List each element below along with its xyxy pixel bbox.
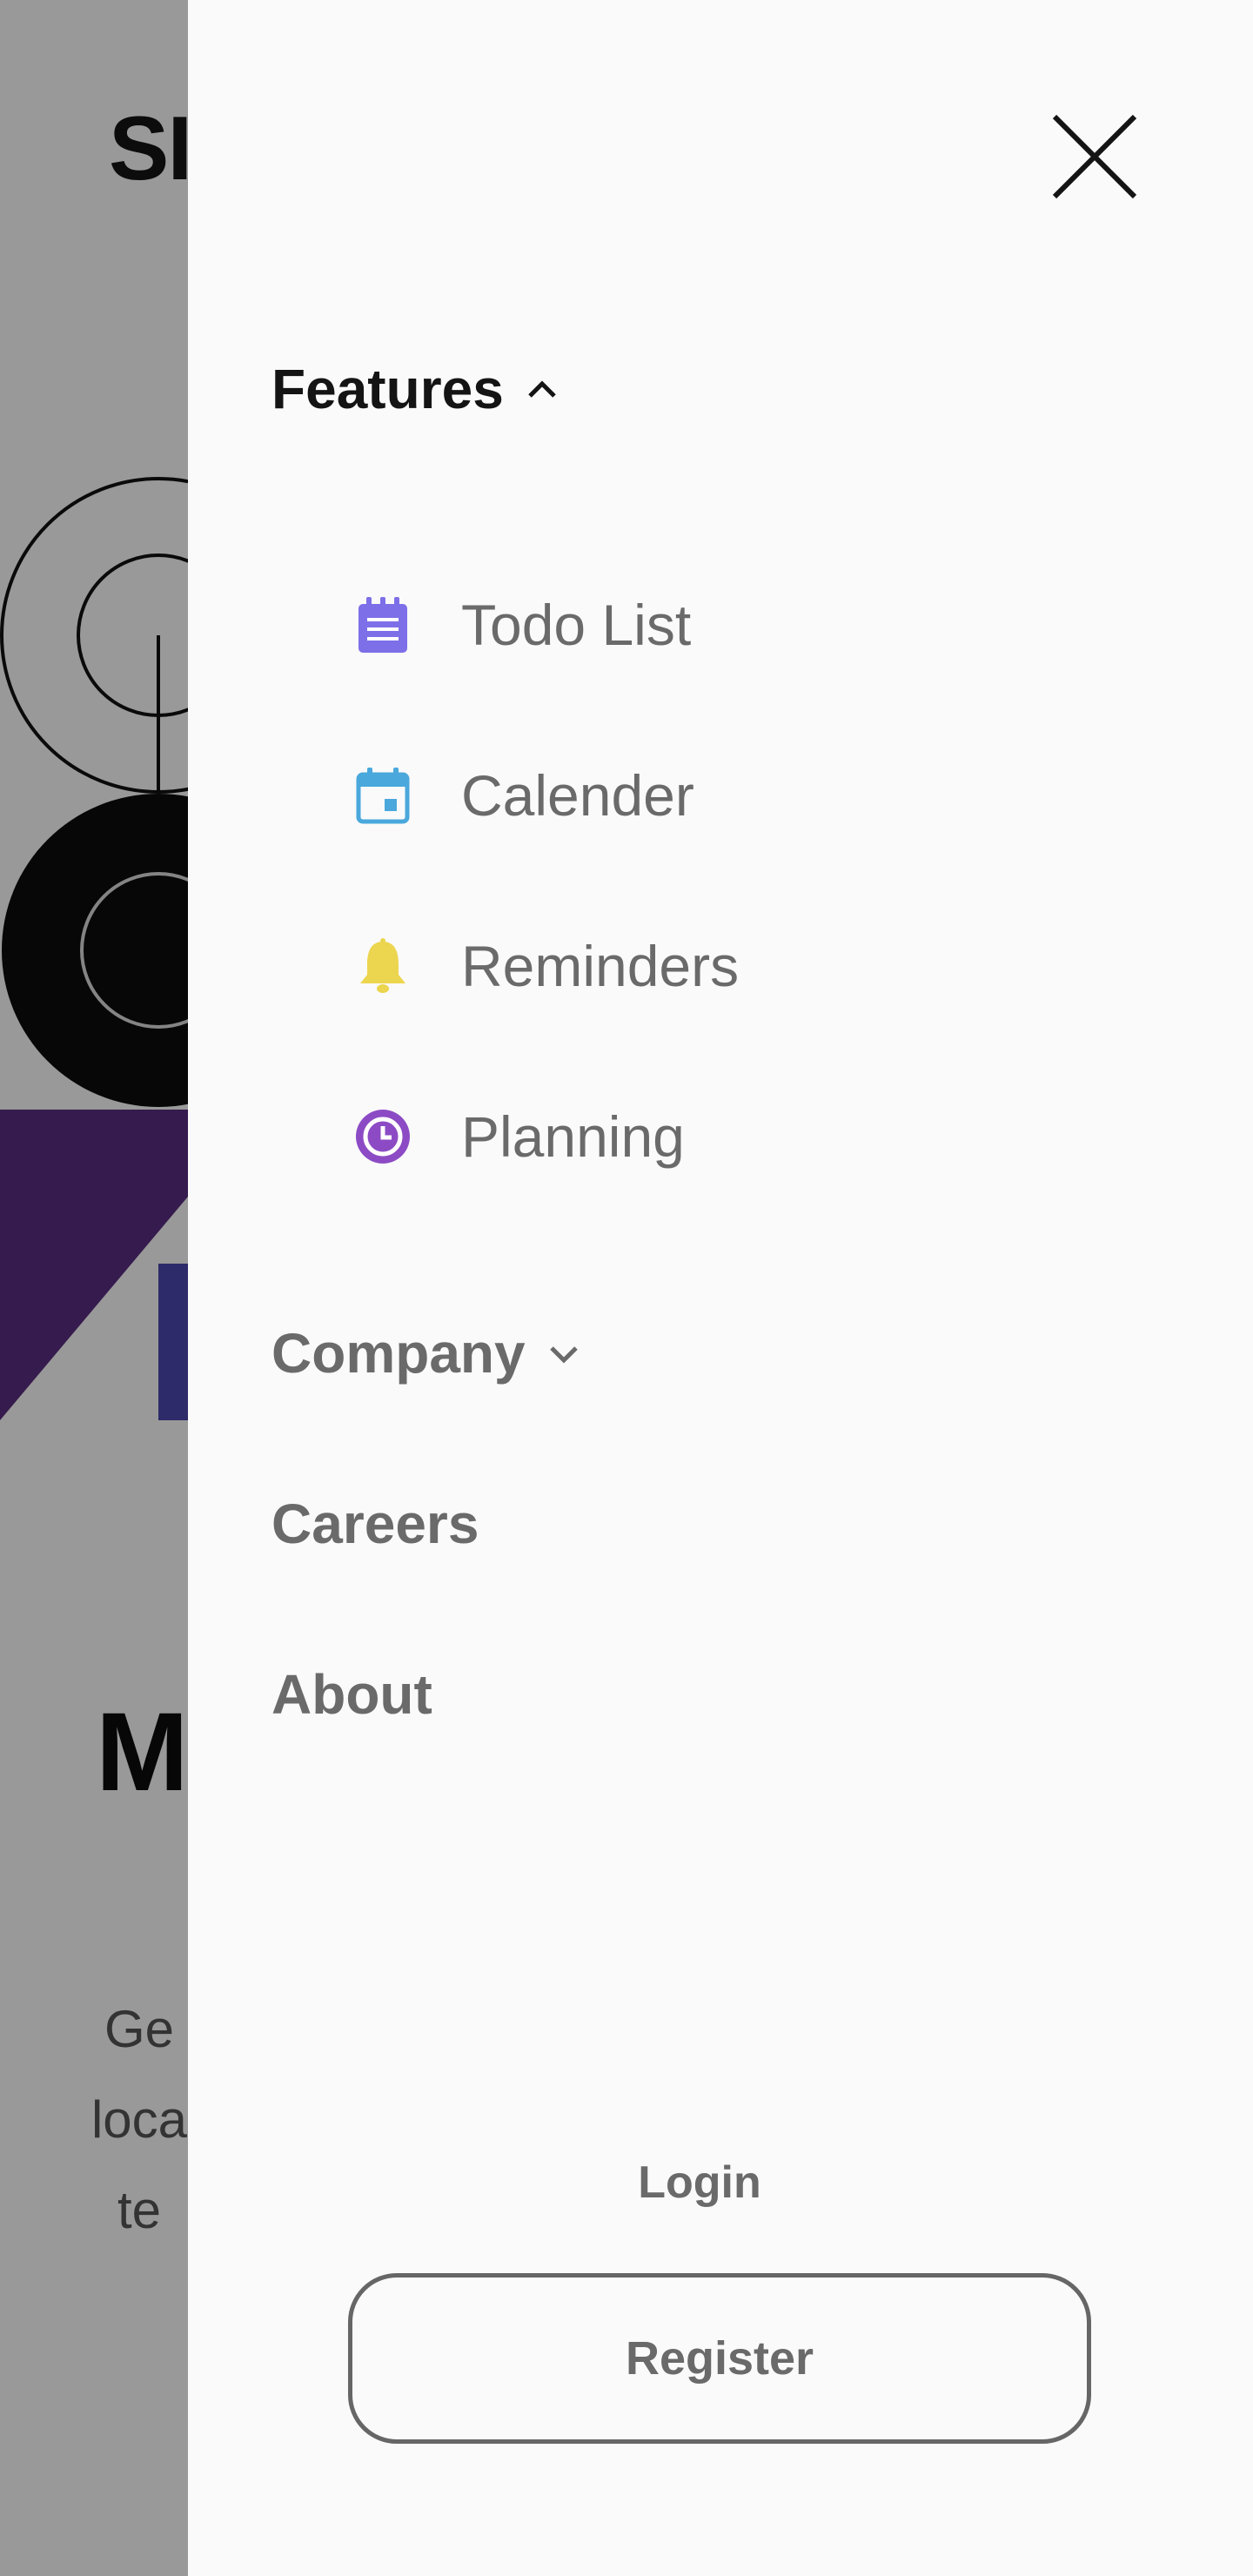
bell-icon bbox=[360, 938, 405, 993]
login-link[interactable]: Login bbox=[167, 2157, 1232, 2209]
nav-features-label: Features bbox=[271, 358, 504, 420]
clock-icon bbox=[356, 1110, 410, 1164]
submenu-label: Reminders bbox=[461, 934, 740, 998]
nav-features[interactable]: Features bbox=[271, 357, 559, 421]
submenu-item-todo-list[interactable]: Todo List bbox=[353, 592, 691, 658]
chevron-up-icon bbox=[528, 380, 556, 398]
close-menu-button[interactable] bbox=[1049, 111, 1140, 202]
nav-company[interactable]: Company bbox=[271, 1321, 581, 1385]
submenu-item-planning[interactable]: Planning bbox=[353, 1104, 685, 1170]
register-button-label: Register bbox=[625, 2332, 814, 2385]
nav-careers-label: Careers bbox=[271, 1493, 479, 1555]
nav-about[interactable]: About bbox=[271, 1662, 432, 1727]
submenu-label: Planning bbox=[461, 1104, 685, 1169]
register-button[interactable]: Register bbox=[348, 2273, 1091, 2444]
submenu-item-reminders[interactable]: Reminders bbox=[353, 933, 739, 999]
submenu-label: Todo List bbox=[461, 593, 692, 657]
nav-about-label: About bbox=[271, 1663, 432, 1726]
todo-list-icon bbox=[358, 597, 407, 653]
nav-careers[interactable]: Careers bbox=[271, 1492, 479, 1556]
calendar-icon bbox=[356, 768, 410, 824]
nav-company-label: Company bbox=[271, 1322, 526, 1385]
close-icon bbox=[1052, 114, 1137, 199]
chevron-down-icon bbox=[549, 1346, 578, 1364]
submenu-label: Calender bbox=[461, 763, 694, 828]
submenu-item-calender[interactable]: Calender bbox=[353, 762, 694, 828]
